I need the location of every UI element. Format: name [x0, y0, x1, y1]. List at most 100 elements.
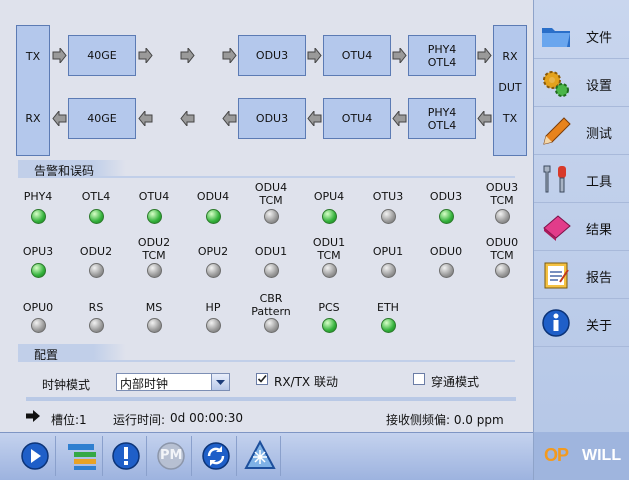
sidebar-item-about[interactable]: 关于	[534, 300, 629, 347]
alarm-led-indicator	[264, 263, 279, 278]
logo-op: OP	[544, 445, 569, 465]
alarm-led-indicator	[89, 263, 104, 278]
sidebar-item-test[interactable]: 测试	[534, 108, 629, 155]
rxtx-link-label: RX/TX 联动	[274, 375, 338, 389]
alarm-label: RS	[88, 301, 104, 314]
alarm-led-indicator	[206, 263, 221, 278]
sidebar-item-label: 结果	[586, 223, 613, 238]
divider	[26, 397, 516, 401]
alarm-label: ODU2	[79, 245, 113, 258]
runtime-label: 运行时间:	[113, 413, 166, 427]
bottom-phy4-otl4-box[interactable]: PHY4 OTL4	[408, 98, 476, 139]
tester-port-column: TX RX	[16, 25, 50, 156]
arrow-right-icon	[477, 48, 492, 63]
alarm-led-indicator	[89, 209, 104, 224]
list-icon	[68, 444, 96, 470]
alarm-led-indicator	[322, 263, 337, 278]
tx-label: TX	[25, 50, 41, 63]
alarm-label: ODU1	[254, 245, 288, 258]
arrow-left-icon	[138, 111, 153, 126]
arrow-right-icon	[26, 410, 40, 422]
dut-rx-label: RX	[502, 50, 518, 63]
alarm-label: MS	[145, 301, 163, 314]
alarm-led-indicator	[322, 209, 337, 224]
alarm-led-indicator	[322, 318, 337, 333]
list-button[interactable]	[62, 436, 103, 476]
sidebar-item-label: 文件	[586, 31, 613, 46]
alarm-led-indicator	[264, 209, 279, 224]
alarm-led-indicator	[439, 209, 454, 224]
alarm-led-indicator	[31, 263, 46, 278]
top-otu4-box[interactable]: OTU4	[323, 35, 391, 76]
arrow-right-icon	[138, 48, 153, 63]
alarm-led-indicator	[495, 209, 510, 224]
eraser-icon	[543, 215, 571, 241]
alarm-led-indicator	[381, 263, 396, 278]
alarm-led-indicator	[495, 263, 510, 278]
bottom-otu4-box[interactable]: OTU4	[323, 98, 391, 139]
top-phy4-otl4-box[interactable]: PHY4 OTL4	[408, 35, 476, 76]
rx-label: RX	[25, 112, 41, 125]
freq-offset: 接收侧频偏: 0.0 ppm	[386, 413, 504, 427]
sidebar-item-settings[interactable]: 设置	[534, 60, 629, 107]
play-button[interactable]	[15, 436, 56, 476]
dut-column: RX DUT TX	[493, 25, 527, 156]
alarm-label: ODU2 TCM	[137, 236, 171, 262]
arrow-left-icon	[180, 111, 195, 126]
rxtx-link-checkbox[interactable]	[256, 373, 268, 385]
alarm-led-indicator	[206, 209, 221, 224]
arrow-right-icon	[222, 48, 237, 63]
top-odu3-box[interactable]: ODU3	[238, 35, 306, 76]
sidebar-item-report[interactable]: 报告	[534, 252, 629, 299]
alarm-led-indicator	[147, 263, 162, 278]
refresh-button[interactable]	[196, 436, 237, 476]
arrow-right-icon	[52, 48, 67, 63]
alarm-label: OPU1	[372, 245, 404, 258]
arrow-right-icon	[180, 48, 195, 63]
sidebar-item-tools[interactable]: 工具	[534, 156, 629, 203]
pm-button[interactable]: PM	[151, 436, 192, 476]
slot-label: 槽位:1	[51, 413, 87, 427]
bottom-odu3-box[interactable]: ODU3	[238, 98, 306, 139]
alert-button[interactable]	[106, 436, 147, 476]
bottom-40ge-box[interactable]: 40GE	[68, 98, 136, 139]
alarm-led-indicator	[147, 209, 162, 224]
opwill-logo: OP WILL	[534, 432, 629, 480]
arrow-left-icon	[477, 111, 492, 126]
arrow-right-icon	[392, 48, 407, 63]
folder-icon	[542, 28, 570, 47]
sidebar-item-results[interactable]: 结果	[534, 204, 629, 251]
refresh-icon	[202, 442, 230, 470]
laser-button[interactable]	[240, 436, 281, 476]
alarm-section-header: 告警和误码	[18, 160, 515, 178]
tools-icon	[543, 165, 566, 193]
gears-icon	[543, 71, 569, 97]
top-40ge-box[interactable]: 40GE	[68, 35, 136, 76]
alarm-led-indicator	[89, 318, 104, 333]
clock-mode-label: 时钟模式	[42, 378, 91, 392]
alarm-label: OPU0	[22, 301, 54, 314]
alarm-label: PCS	[318, 301, 340, 314]
alarm-label: OTU4	[138, 190, 170, 203]
passthrough-checkbox[interactable]	[413, 373, 425, 385]
alarm-led-indicator	[381, 209, 396, 224]
bottom-toolbar: PM	[0, 432, 533, 480]
alarm-led-indicator	[206, 318, 221, 333]
chevron-down-icon[interactable]	[211, 374, 229, 390]
alarm-led-indicator	[31, 209, 46, 224]
clock-mode-select[interactable]: 内部时钟	[116, 373, 230, 391]
alarm-label: OTU3	[372, 190, 404, 203]
sidebar-item-file[interactable]: 文件	[534, 12, 629, 59]
sidebar-item-label: 测试	[586, 127, 613, 142]
alarm-label: ODU1 TCM	[312, 236, 346, 262]
dut-label: DUT	[498, 81, 522, 94]
alarm-label: ODU3	[429, 190, 463, 203]
alarm-label: CBR Pattern	[251, 292, 291, 318]
play-icon	[21, 442, 49, 470]
alarm-led-indicator	[31, 318, 46, 333]
arrow-left-icon	[52, 111, 67, 126]
alarm-led-indicator	[381, 318, 396, 333]
alarm-label: OTL4	[81, 190, 111, 203]
alarm-label: ODU4	[196, 190, 230, 203]
alarm-label: HP	[205, 301, 221, 314]
